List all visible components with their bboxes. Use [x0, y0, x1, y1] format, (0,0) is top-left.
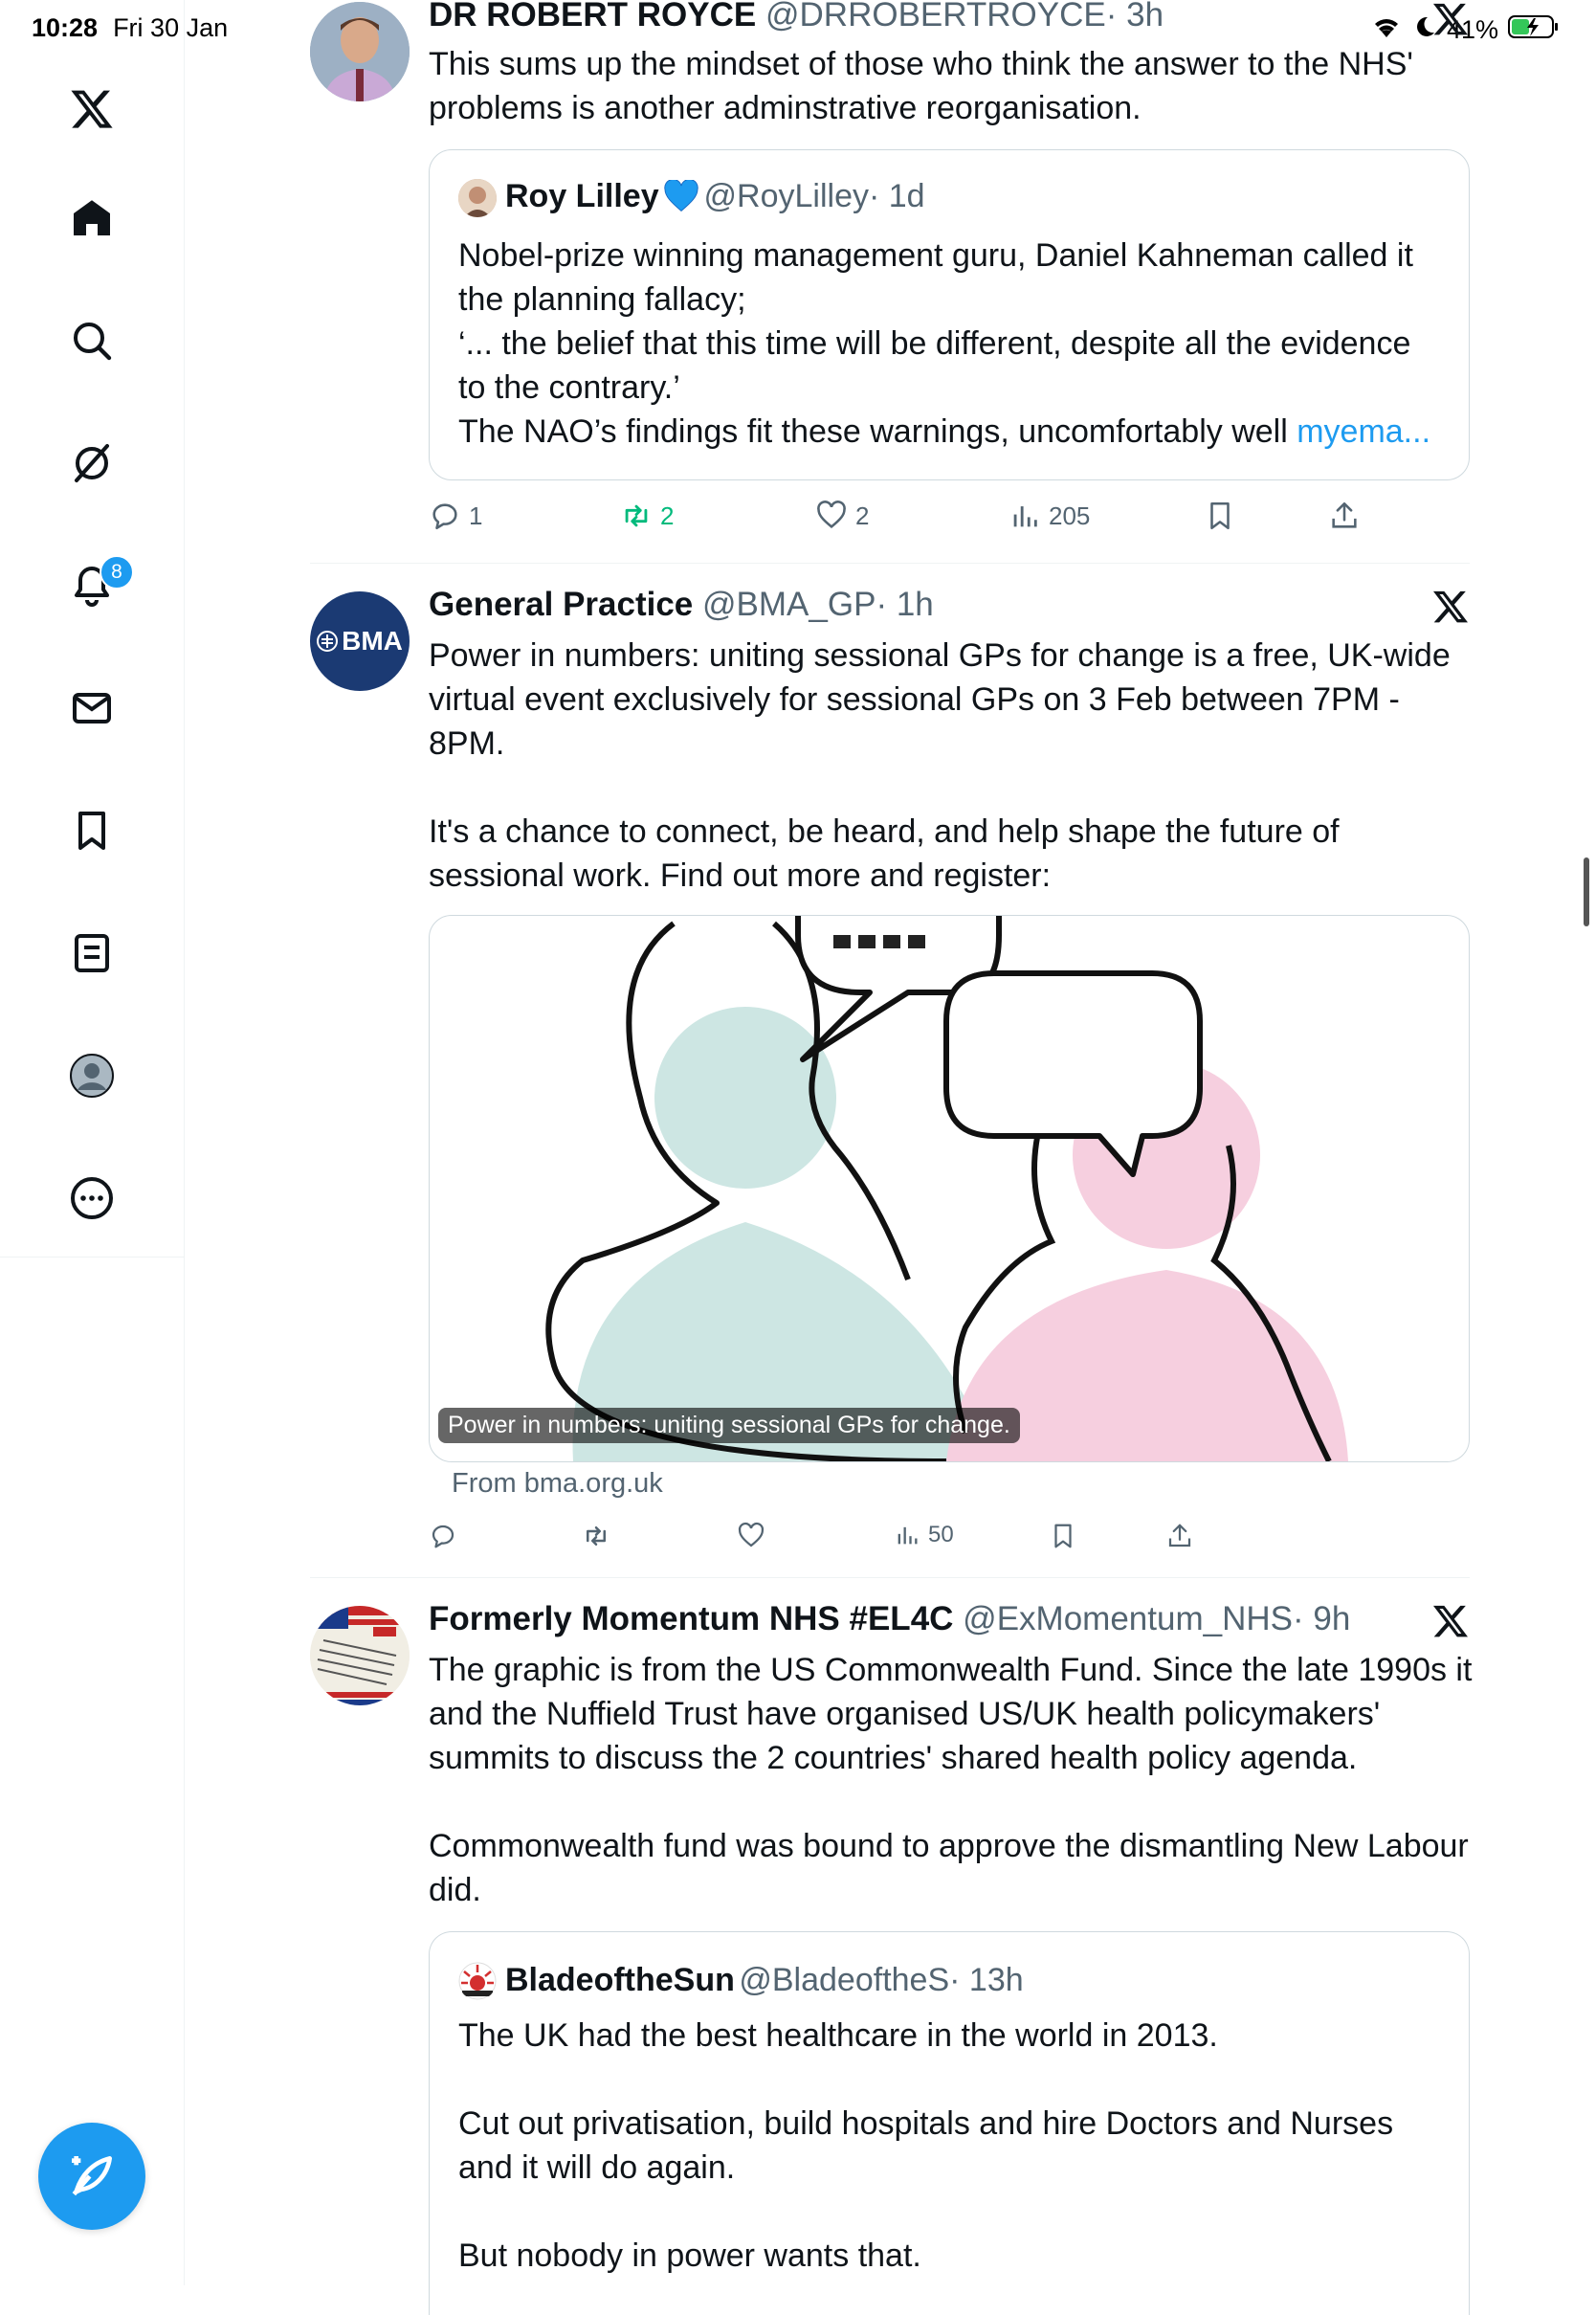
- view-count: 50: [928, 1522, 954, 1547]
- author-name[interactable]: DR ROBERT ROYCE: [429, 0, 756, 33]
- avatar-logo: BMA: [317, 626, 403, 657]
- tweet-text: Power in numbers: uniting sessional GPs …: [429, 637, 1451, 894]
- repost-button[interactable]: 2: [620, 500, 674, 532]
- x-logo-icon: [1431, 0, 1470, 43]
- tweet-header: General Practice @BMA_GP· 1h: [429, 586, 934, 624]
- compose-post-button[interactable]: [38, 2123, 145, 2230]
- x-logo-icon: [1431, 1602, 1470, 1645]
- notifications-badge: 8: [100, 555, 134, 590]
- author-handle[interactable]: @DRROBERTROYCE: [765, 0, 1106, 33]
- author-name[interactable]: Formerly Momentum NHS #EL4C: [429, 1600, 953, 1637]
- reply-button[interactable]: 1: [429, 500, 482, 532]
- sidebar-divider: [0, 1257, 184, 1258]
- author-handle[interactable]: @ExMomentum_NHS: [963, 1600, 1293, 1637]
- quote-header: Roy Lilley @RoyLilley· 1d: [505, 178, 925, 215]
- tweet-header: Formerly Momentum NHS #EL4C @ExMomentum_…: [429, 1600, 1350, 1638]
- share-button[interactable]: [1165, 1522, 1194, 1550]
- views-chart-icon: [898, 1526, 918, 1545]
- repost-count: 2: [660, 501, 675, 530]
- like-count: 2: [855, 501, 870, 530]
- grok-icon[interactable]: [63, 434, 121, 492]
- heart-icon: [817, 501, 846, 528]
- avatar[interactable]: [310, 2, 410, 101]
- reply-icon: [432, 503, 457, 530]
- like-button[interactable]: 2: [815, 500, 869, 532]
- messages-icon[interactable]: [63, 679, 121, 737]
- quote-avatar: [458, 1962, 497, 2000]
- share-icon: [1332, 501, 1357, 528]
- author-handle[interactable]: @BMA_GP: [702, 586, 876, 623]
- views-button[interactable]: 205: [1009, 500, 1090, 532]
- compose-feather-icon: [72, 2156, 112, 2196]
- quote-author-name: BladeoftheSun: [505, 1962, 735, 1998]
- share-icon: [1168, 1524, 1191, 1547]
- home-icon[interactable]: [63, 189, 121, 247]
- quote-author-handle: @BladeoftheS: [739, 1962, 950, 1998]
- tweet-text: This sums up the mindset of those who th…: [429, 46, 1423, 126]
- quote-post-time: · 1d: [868, 178, 925, 214]
- quote-header: BladeoftheSun @BladeoftheS· 13h: [505, 1962, 1024, 1999]
- reply-button[interactable]: [429, 1522, 457, 1550]
- view-count: 205: [1049, 501, 1091, 530]
- tweet-header: DR ROBERT ROYCE @DRROBERTROYCE· 3h: [429, 0, 1164, 34]
- card-source[interactable]: From bma.org.uk: [452, 1468, 663, 1500]
- heart-icon: [738, 1522, 765, 1547]
- bookmarks-icon[interactable]: [63, 802, 121, 859]
- tweet-divider: [310, 1577, 1470, 1578]
- views-chart-icon: [1013, 506, 1037, 527]
- quote-link[interactable]: myema...: [1297, 413, 1430, 450]
- x-logo-icon[interactable]: [63, 80, 121, 138]
- scrollbar-thumb[interactable]: [1584, 857, 1589, 926]
- avatar[interactable]: [310, 1606, 410, 1705]
- author-name[interactable]: General Practice: [429, 586, 693, 623]
- card-illustration: [545, 916, 1348, 1461]
- quote-text: Nobel-prize winning management guru, Dan…: [458, 234, 1444, 454]
- quote-text-body: Nobel-prize winning management guru, Dan…: [458, 237, 1413, 450]
- post-time: · 1h: [876, 586, 934, 623]
- bookmark-icon: [1054, 1524, 1072, 1548]
- link-card[interactable]: [429, 915, 1470, 1462]
- blue-heart-icon: [663, 178, 699, 212]
- quote-author-name: Roy Lilley: [505, 178, 659, 214]
- avatar[interactable]: BMA: [310, 591, 410, 691]
- quote-text: The UK had the best healthcare in the wo…: [458, 2017, 1394, 2274]
- card-caption: Power in numbers: uniting sessional GPs …: [438, 1408, 1020, 1443]
- share-button[interactable]: [1328, 500, 1361, 532]
- flag-collage-image: [310, 1606, 410, 1705]
- bma-crest-icon: [317, 631, 339, 652]
- bookmark-icon: [1210, 501, 1230, 530]
- post-time: · 9h: [1292, 1600, 1351, 1637]
- repost-button[interactable]: [582, 1522, 610, 1550]
- bookmark-button[interactable]: [1204, 500, 1236, 532]
- search-icon[interactable]: [63, 312, 121, 369]
- quote-avatar: [458, 179, 497, 217]
- bookmark-button[interactable]: [1049, 1522, 1077, 1550]
- quote-post-time: · 13h: [949, 1962, 1024, 1998]
- repost-icon: [625, 504, 648, 527]
- avatar-text: BMA: [342, 626, 403, 656]
- reply-count: 1: [469, 501, 483, 530]
- more-options-icon[interactable]: [63, 1169, 121, 1227]
- battery-charging-icon: [1508, 13, 1560, 47]
- x-logo-icon: [1431, 588, 1470, 631]
- post-time: · 3h: [1105, 0, 1164, 33]
- like-button[interactable]: [737, 1522, 765, 1550]
- lists-icon[interactable]: [63, 924, 121, 982]
- views-button[interactable]: 50: [894, 1522, 954, 1548]
- quote-author-handle: @RoyLilley: [703, 178, 869, 214]
- tweet-divider: [310, 563, 1470, 564]
- profile-avatar-icon[interactable]: [63, 1047, 121, 1104]
- tweet-text: The graphic is from the US Commonwealth …: [429, 1652, 1473, 1908]
- reply-icon: [432, 1525, 454, 1548]
- repost-icon: [587, 1526, 606, 1546]
